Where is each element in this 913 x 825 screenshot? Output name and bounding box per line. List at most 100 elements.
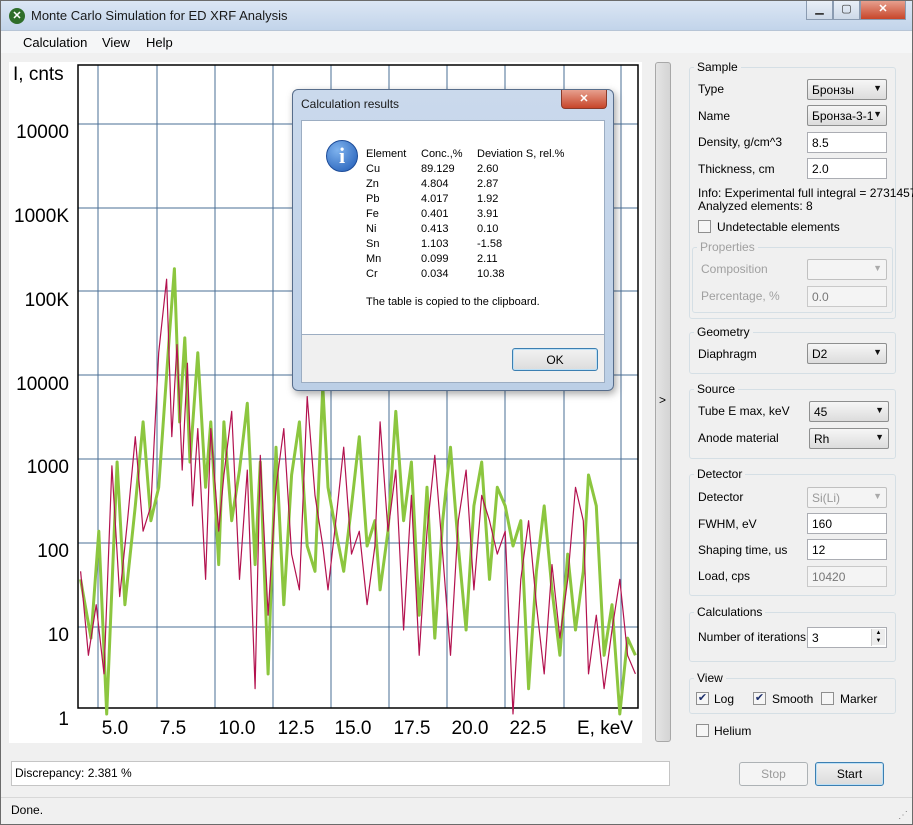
title-bar: ✕ Monte Carlo Simulation for ED XRF Anal… [1, 1, 912, 31]
expand-arrow-icon: > [659, 393, 667, 407]
header-deviation: Deviation S, rel.% [477, 148, 565, 160]
analyzed-elements-text: Analyzed elements: 8 [698, 199, 813, 213]
iterations-stepper[interactable]: 3 ▲ ▼ [807, 627, 887, 648]
row-element: Ni [366, 223, 377, 235]
diaphragm-label: Diaphragm [698, 347, 757, 361]
row-conc: 4.804 [421, 178, 449, 190]
y-tick-label: 10000 [16, 374, 69, 395]
log-label: Log [714, 692, 735, 706]
ok-button[interactable]: OK [512, 348, 598, 371]
helium-checkbox[interactable] [696, 724, 709, 737]
main-window: ✕ Monte Carlo Simulation for ED XRF Anal… [0, 0, 913, 825]
x-tick-label: 12.5 [278, 718, 315, 739]
x-tick-label: 22.5 [510, 718, 547, 739]
start-button[interactable]: Start [815, 762, 884, 786]
y-tick-label: 1 [58, 709, 69, 730]
window-controls: ▁ ▢ ✕ [806, 1, 906, 21]
view-group-title: View [694, 671, 726, 685]
row-deviation: 2.60 [477, 163, 499, 175]
y-tick-label: 100 [37, 541, 69, 562]
anode-material-select[interactable]: Rh ▼ [809, 428, 889, 449]
row-deviation: 3.91 [477, 208, 499, 220]
name-select[interactable]: Бронза-3-1 ▼ [807, 105, 887, 126]
density-input[interactable]: 8.5 [807, 132, 887, 153]
type-select[interactable]: Бронзы ▼ [807, 79, 887, 100]
stepper-buttons: ▲ ▼ [871, 629, 885, 646]
stepper-up-icon[interactable]: ▲ [872, 629, 885, 637]
y-tick-label: 10 [48, 625, 69, 646]
marker-checkbox[interactable] [821, 692, 834, 705]
x-tick-label: 20.0 [452, 718, 489, 739]
composition-label: Composition [701, 262, 768, 276]
sample-group-title: Sample [694, 60, 741, 74]
row-element: Mn [366, 253, 382, 265]
load-input: 10420 [807, 566, 887, 587]
row-element: Zn [366, 178, 379, 190]
detector-select-value: Si(Li) [812, 491, 841, 505]
diaphragm-select-value: D2 [812, 347, 828, 361]
tube-emax-select[interactable]: 45 ▼ [809, 401, 889, 422]
menu-help[interactable]: Help [146, 35, 173, 50]
anode-material-label: Anode material [698, 431, 779, 445]
discrepancy-field: Discrepancy: 2.381 % [11, 761, 670, 786]
menu-bar: Calculation View Help [1, 31, 912, 53]
tube-emax-select-value: 45 [814, 405, 828, 419]
chevron-down-icon: ▼ [873, 263, 882, 273]
row-conc: 1.103 [421, 238, 449, 250]
smooth-label: Smooth [772, 692, 814, 706]
properties-group-title: Properties [697, 240, 758, 254]
row-element: Cr [366, 268, 378, 280]
log-checkbox[interactable]: ✔ [696, 692, 709, 705]
panel-splitter[interactable]: > [655, 62, 671, 742]
header-conc: Conc.,% [421, 148, 463, 160]
helium-label: Helium [714, 724, 752, 738]
dialog-body: i Element Conc.,% Deviation S, rel.% Cu 8… [301, 120, 605, 335]
shaping-time-label: Shaping time, us [698, 543, 788, 557]
clipboard-note: The table is copied to the clipboard. [366, 296, 540, 308]
info-icon: i [326, 140, 358, 172]
density-label: Density, g/cm^3 [698, 135, 783, 149]
undetectable-checkbox[interactable] [698, 220, 711, 233]
chevron-down-icon: ▼ [875, 405, 884, 415]
maximize-button[interactable]: ▢ [833, 1, 860, 20]
type-select-value: Бронзы [812, 83, 854, 97]
name-select-value: Бронза-3-1 [812, 109, 874, 123]
chevron-down-icon: ▼ [873, 491, 882, 501]
menu-view[interactable]: View [102, 35, 130, 50]
row-element: Cu [366, 163, 381, 175]
shaping-time-input[interactable]: 12 [807, 539, 887, 560]
stop-button[interactable]: Stop [739, 762, 808, 786]
fwhm-label: FWHM, eV [698, 517, 757, 531]
geometry-group-title: Geometry [694, 325, 753, 339]
composition-select[interactable]: ▼ [807, 259, 887, 280]
minimize-button[interactable]: ▁ [806, 1, 833, 20]
row-conc: 0.413 [421, 223, 449, 235]
percentage-input[interactable]: 0.0 [807, 286, 887, 307]
app-icon: ✕ [9, 8, 25, 24]
stepper-down-icon[interactable]: ▼ [872, 637, 885, 645]
window-title: Monte Carlo Simulation for ED XRF Analys… [31, 8, 288, 23]
dialog-footer: OK [301, 335, 605, 383]
close-button[interactable]: ✕ [860, 1, 906, 20]
row-conc: 0.401 [421, 208, 449, 220]
row-conc: 0.034 [421, 268, 449, 280]
row-deviation: 10.38 [477, 268, 505, 280]
detector-group-title: Detector [694, 467, 746, 481]
row-conc: 4.017 [421, 193, 449, 205]
dialog-title: Calculation results [301, 97, 400, 111]
detector-select[interactable]: Si(Li) ▼ [807, 487, 887, 508]
diaphragm-select[interactable]: D2 ▼ [807, 343, 887, 364]
thickness-input[interactable]: 2.0 [807, 158, 887, 179]
undetectable-label: Undetectable elements [717, 220, 840, 234]
menu-calculation[interactable]: Calculation [23, 35, 87, 50]
header-element: Element [366, 148, 407, 160]
resize-grip-icon[interactable]: ⋰ [898, 810, 908, 821]
dialog-close-button[interactable]: ✕ [561, 90, 607, 109]
percentage-label: Percentage, % [701, 289, 780, 303]
thickness-label: Thickness, cm [698, 162, 775, 176]
chevron-down-icon: ▼ [873, 347, 882, 357]
status-text: Done. [11, 803, 44, 817]
fwhm-input[interactable]: 160 [807, 513, 887, 534]
detector-label: Detector [698, 490, 744, 504]
smooth-checkbox[interactable]: ✔ [753, 692, 766, 705]
